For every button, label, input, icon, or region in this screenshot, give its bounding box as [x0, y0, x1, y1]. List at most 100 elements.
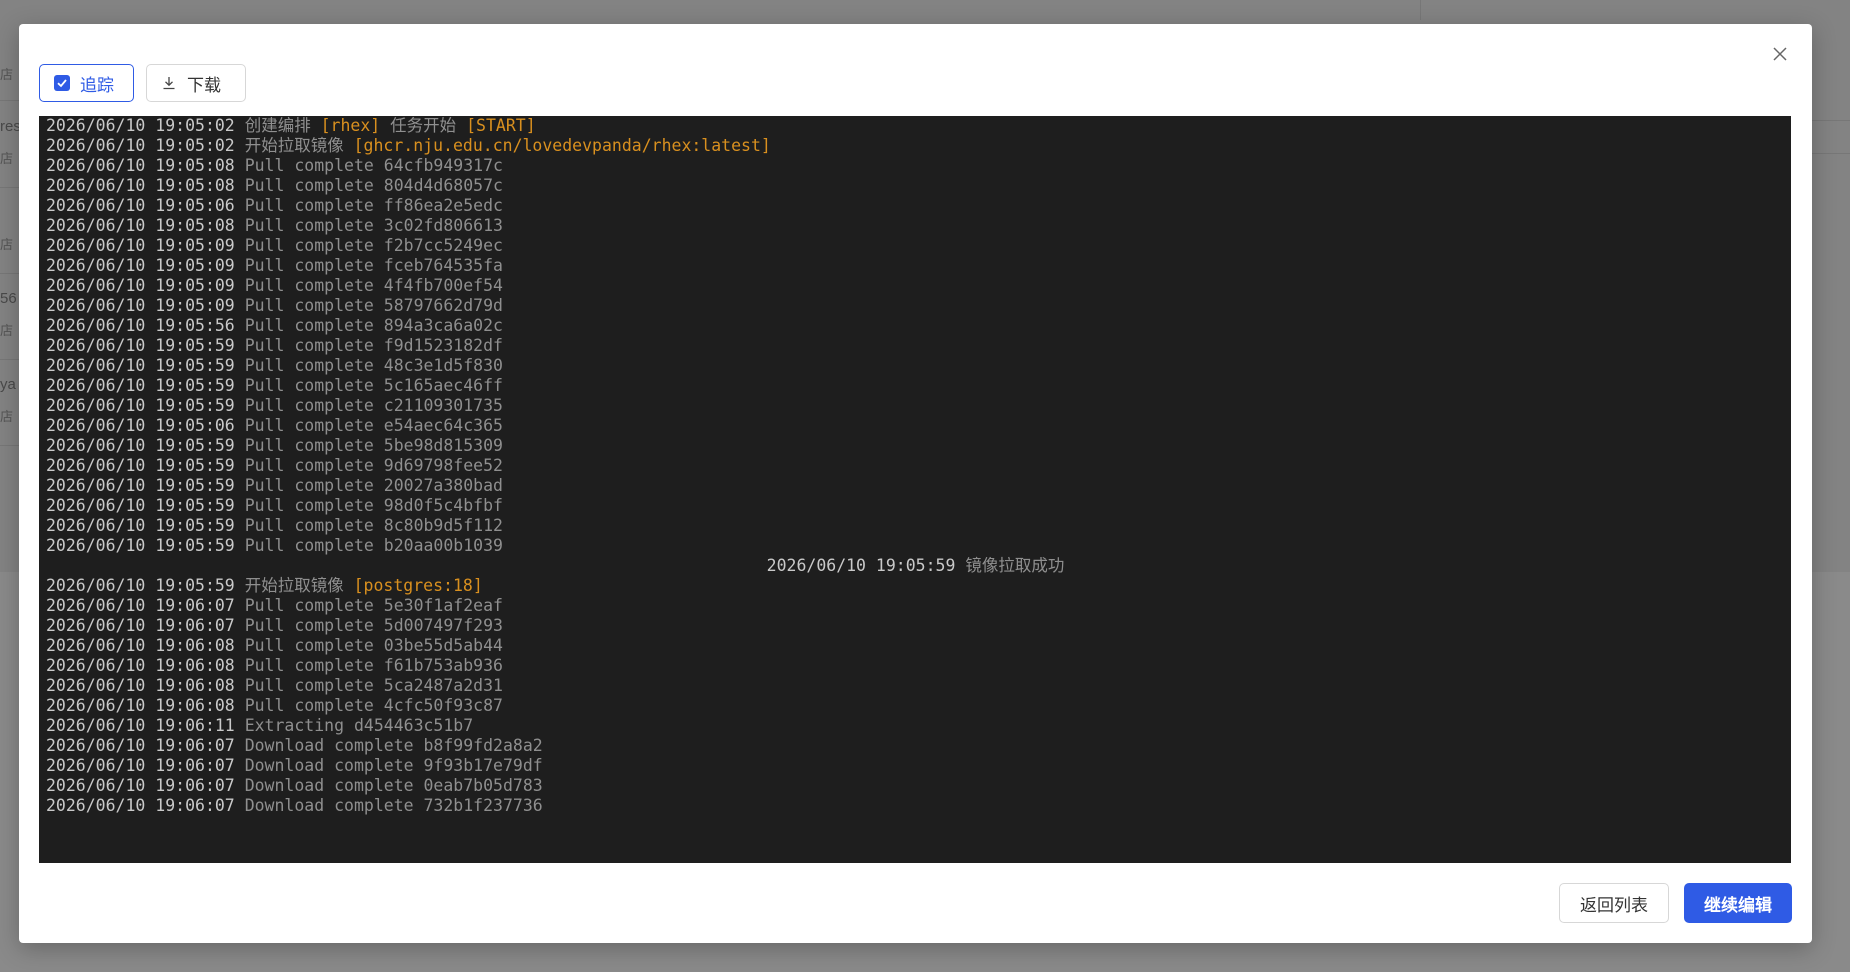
background-text: 店 — [0, 67, 14, 82]
track-toggle-button[interactable]: 追踪 — [39, 64, 134, 102]
log-message: Pull complete 64cfb949317c — [244, 156, 503, 175]
log-timestamp: 2026/06/10 19:06:08 — [46, 696, 235, 715]
log-line: 2026/06/10 19:06:08 Pull complete 03be55… — [46, 636, 1791, 656]
log-line: 2026/06/10 19:05:59 Pull complete 20027a… — [46, 476, 1791, 496]
log-line: 2026/06/10 19:06:07 Download complete 9f… — [46, 756, 1791, 776]
log-line: 2026/06/10 19:05:59 镜像拉取成功 — [46, 556, 1791, 576]
log-message: Extracting d454463c51b7 — [244, 716, 474, 735]
background-row-divider — [1810, 153, 1850, 154]
log-line: 2026/06/10 19:05:08 Pull complete 64cfb9… — [46, 156, 1791, 176]
log-line: 2026/06/10 19:05:59 Pull complete 5be98d… — [46, 436, 1791, 456]
log-timestamp: 2026/06/10 19:06:07 — [46, 796, 235, 815]
background-divider — [1420, 0, 1421, 20]
log-timestamp: 2026/06/10 19:06:11 — [46, 716, 235, 735]
close-button[interactable] — [1766, 40, 1794, 68]
log-message: Pull complete 5be98d815309 — [244, 436, 503, 455]
log-timestamp: 2026/06/10 19:05:56 — [46, 316, 235, 335]
track-checkbox[interactable] — [54, 75, 70, 91]
log-line: 2026/06/10 19:05:59 Pull complete 98d0f5… — [46, 496, 1791, 516]
log-line: 2026/06/10 19:05:59 Pull complete c21109… — [46, 396, 1791, 416]
download-label: 下载 — [187, 75, 221, 95]
log-terminal[interactable]: 2026/06/10 19:05:02 创建编排 [rhex] 任务开始 [ST… — [39, 116, 1791, 863]
log-line: 2026/06/10 19:05:06 Pull complete e54aec… — [46, 416, 1791, 436]
log-message: Pull complete 9d69798fee52 — [244, 456, 503, 475]
log-message: Download complete 9f93b17e79df — [244, 756, 543, 775]
log-timestamp: 2026/06/10 19:05:59 — [46, 456, 235, 475]
log-highlight: [START] — [466, 116, 536, 135]
log-timestamp: 2026/06/10 19:05:59 — [46, 576, 235, 595]
log-line: 2026/06/10 19:05:09 Pull complete f2b7cc… — [46, 236, 1791, 256]
log-line: 2026/06/10 19:06:08 Pull complete 4cfc50… — [46, 696, 1791, 716]
background-text: 店 — [0, 151, 14, 166]
log-timestamp: 2026/06/10 19:05:59 — [46, 496, 235, 515]
log-line: 2026/06/10 19:05:59 Pull complete f9d152… — [46, 336, 1791, 356]
log-timestamp: 2026/06/10 19:06:08 — [46, 636, 235, 655]
log-highlight: [postgres:18] — [353, 576, 483, 595]
log-line: 2026/06/10 19:06:07 Download complete b8… — [46, 736, 1791, 756]
log-timestamp: 2026/06/10 19:05:08 — [46, 216, 235, 235]
back-to-list-button[interactable]: 返回列表 — [1559, 883, 1669, 923]
log-message: Pull complete 48c3e1d5f830 — [244, 356, 503, 375]
log-line: 2026/06/10 19:05:02 创建编排 [rhex] 任务开始 [ST… — [46, 116, 1791, 136]
log-line: 2026/06/10 19:05:02 开始拉取镜像 [ghcr.nju.edu… — [46, 136, 1791, 156]
log-message: Pull complete 5c165aec46ff — [244, 376, 503, 395]
log-message: Pull complete f61b753ab936 — [244, 656, 503, 675]
log-message: Pull complete 20027a380bad — [244, 476, 503, 495]
log-line: 2026/06/10 19:06:08 Pull complete f61b75… — [46, 656, 1791, 676]
log-timestamp: 2026/06/10 19:05:09 — [46, 276, 235, 295]
log-line: 2026/06/10 19:05:59 Pull complete 8c80b9… — [46, 516, 1791, 536]
log-timestamp: 2026/06/10 19:05:59 — [46, 536, 235, 555]
close-icon — [1773, 47, 1787, 61]
log-timestamp: 2026/06/10 19:06:07 — [46, 776, 235, 795]
log-timestamp: 2026/06/10 19:05:09 — [46, 296, 235, 315]
log-highlight: [ghcr.nju.edu.cn/lovedevpanda/rhex:lates… — [353, 136, 771, 155]
log-message: Pull complete e54aec64c365 — [244, 416, 503, 435]
continue-edit-button[interactable]: 继续编辑 — [1684, 883, 1792, 923]
log-line: 2026/06/10 19:05:59 Pull complete 48c3e1… — [46, 356, 1791, 376]
log-message: Pull complete b20aa00b1039 — [244, 536, 503, 555]
log-line: 2026/06/10 19:05:59 Pull complete 5c165a… — [46, 376, 1791, 396]
log-message: Pull complete 03be55d5ab44 — [244, 636, 503, 655]
log-timestamp: 2026/06/10 19:05:59 — [46, 476, 235, 495]
log-line: 2026/06/10 19:05:59 开始拉取镜像 [postgres:18] — [46, 576, 1791, 596]
log-timestamp: 2026/06/10 19:06:08 — [46, 656, 235, 675]
log-message: 镜像拉取成功 — [965, 556, 1065, 575]
log-line: 2026/06/10 19:05:09 Pull complete 4f4fb7… — [46, 276, 1791, 296]
log-message: 开始拉取镜像 — [244, 136, 354, 155]
check-icon — [57, 79, 67, 88]
log-timestamp: 2026/06/10 19:05:59 — [766, 556, 956, 575]
background-row-divider — [1810, 120, 1850, 121]
log-message: Download complete 732b1f237736 — [244, 796, 543, 815]
log-timestamp: 2026/06/10 19:06:07 — [46, 596, 235, 615]
log-message: 开始拉取镜像 — [244, 576, 354, 595]
log-message: Download complete b8f99fd2a8a2 — [244, 736, 543, 755]
background-text: res — [0, 118, 21, 135]
log-message: Pull complete f9d1523182df — [244, 336, 503, 355]
log-message: Pull complete 58797662d79d — [244, 296, 503, 315]
log-timestamp: 2026/06/10 19:05:09 — [46, 236, 235, 255]
log-line: 2026/06/10 19:05:08 Pull complete 3c02fd… — [46, 216, 1791, 236]
background-text: 56 — [0, 290, 17, 307]
log-message: Pull complete 98d0f5c4bfbf — [244, 496, 503, 515]
log-toolbar: 追踪 下载 — [39, 64, 246, 102]
log-timestamp: 2026/06/10 19:05:06 — [46, 416, 235, 435]
log-line: 2026/06/10 19:06:07 Pull complete 5d0074… — [46, 616, 1791, 636]
log-message: Pull complete 5ca2487a2d31 — [244, 676, 503, 695]
log-line: 2026/06/10 19:05:59 Pull complete 9d6979… — [46, 456, 1791, 476]
log-timestamp: 2026/06/10 19:06:08 — [46, 676, 235, 695]
log-line: 2026/06/10 19:06:07 Download complete 0e… — [46, 776, 1791, 796]
log-message: Pull complete fceb764535fa — [244, 256, 503, 275]
log-message: Pull complete c21109301735 — [244, 396, 503, 415]
background-text: ya — [0, 376, 16, 393]
log-message: Pull complete 4f4fb700ef54 — [244, 276, 503, 295]
log-timestamp: 2026/06/10 19:05:59 — [46, 396, 235, 415]
log-timestamp: 2026/06/10 19:05:09 — [46, 256, 235, 275]
log-timestamp: 2026/06/10 19:05:08 — [46, 156, 235, 175]
log-message: Pull complete 5e30f1af2eaf — [244, 596, 503, 615]
download-icon — [163, 77, 175, 90]
log-timestamp: 2026/06/10 19:05:59 — [46, 376, 235, 395]
log-message: Pull complete 894a3ca6a02c — [244, 316, 503, 335]
log-modal: 追踪 下载 2026/06/10 19:05:02 创建编排 [rhex] 任务… — [19, 24, 1812, 943]
log-line: 2026/06/10 19:06:11 Extracting d454463c5… — [46, 716, 1791, 736]
download-button[interactable]: 下载 — [146, 64, 246, 102]
